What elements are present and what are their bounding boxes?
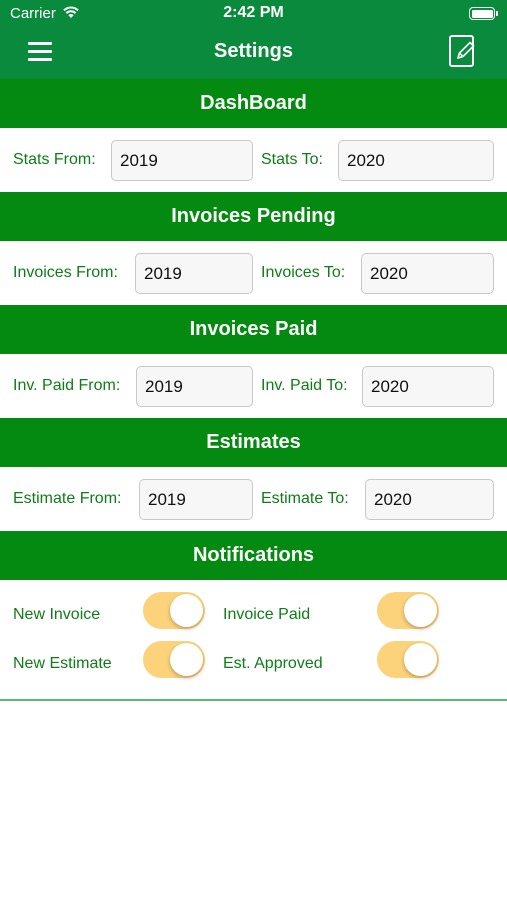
page-title: Settings xyxy=(214,40,293,62)
inv-paid-from-label: Inv. Paid From: xyxy=(13,377,121,394)
section-header-notifications: Notifications xyxy=(0,531,507,580)
stats-to-field[interactable]: 2020 xyxy=(338,140,494,181)
new-estimate-label: New Estimate xyxy=(13,655,112,672)
inv-paid-from-field[interactable]: 2019 xyxy=(136,366,253,407)
estimate-to-field[interactable]: 2020 xyxy=(365,479,494,520)
section-header-dashboard: DashBoard xyxy=(0,79,507,128)
section-header-estimates: Estimates xyxy=(0,418,507,467)
est-approved-label: Est. Approved xyxy=(223,655,323,672)
status-bar: Carrier 2:42 PM xyxy=(0,0,507,28)
new-estimate-toggle[interactable] xyxy=(143,641,205,678)
stats-to-label: Stats To: xyxy=(261,151,323,168)
section-header-invoices-pending: Invoices Pending xyxy=(0,192,507,241)
inv-paid-to-field[interactable]: 2020 xyxy=(362,366,494,407)
stats-from-label: Stats From: xyxy=(13,151,96,168)
estimate-to-label: Estimate To: xyxy=(261,490,349,507)
estimate-from-label: Estimate From: xyxy=(13,490,122,507)
stats-from-field[interactable]: 2019 xyxy=(111,140,253,181)
invoices-to-field[interactable]: 2020 xyxy=(361,253,494,294)
est-approved-toggle[interactable] xyxy=(377,641,439,678)
invoices-from-field[interactable]: 2019 xyxy=(135,253,253,294)
clock: 2:42 PM xyxy=(223,4,284,21)
inv-paid-to-label: Inv. Paid To: xyxy=(261,377,348,394)
divider xyxy=(0,699,507,701)
new-invoice-label: New Invoice xyxy=(13,606,101,623)
section-header-invoices-paid: Invoices Paid xyxy=(0,305,507,354)
edit-note-icon[interactable] xyxy=(448,34,478,68)
invoices-to-label: Invoices To: xyxy=(261,264,346,281)
new-invoice-toggle[interactable] xyxy=(143,592,205,629)
navigation-bar: Carrier 2:42 PM Settings xyxy=(0,0,507,79)
invoice-paid-label: Invoice Paid xyxy=(223,606,311,623)
estimate-from-field[interactable]: 2019 xyxy=(139,479,253,520)
invoices-from-label: Invoices From: xyxy=(13,264,118,281)
battery-icon xyxy=(469,7,498,20)
invoice-paid-toggle[interactable] xyxy=(377,592,439,629)
